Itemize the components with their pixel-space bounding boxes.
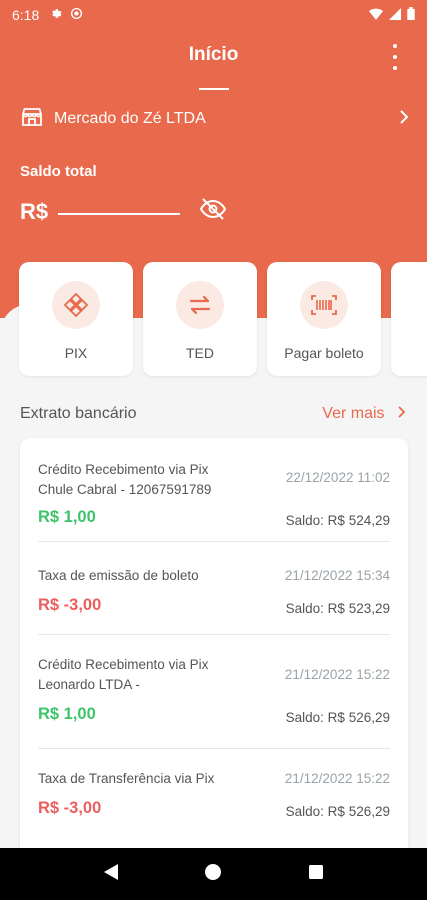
transaction-item[interactable]: Crédito Recebimento via Pix Leonardo LTD… [38,635,390,749]
transaction-amount: R$ -3,00 [38,596,102,614]
battery-icon [407,7,415,23]
status-time: 6:18 [12,7,40,23]
chevron-right-icon [398,108,410,131]
pix-action-button[interactable]: PIX [19,262,133,376]
transaction-item[interactable]: Crédito Recebimento via Pix Chule Cabral… [38,438,390,542]
top-bar: Início [0,38,427,90]
status-right [369,7,415,23]
store-name: Mercado do Zé LTDA [54,110,206,127]
transaction-date: 21/12/2022 15:22 [284,667,390,682]
balance-currency: R$ [20,198,49,224]
store-icon [20,105,44,134]
transfer-icon [176,281,224,329]
transaction-description: Crédito Recebimento via Pix Leonardo LTD… [38,657,209,692]
eye-off-icon[interactable] [200,198,227,225]
transaction-amount: R$ 1,00 [38,705,96,723]
transaction-date: 21/12/2022 15:22 [284,771,390,786]
settings-status-icon [49,7,62,23]
recents-icon[interactable] [308,864,324,885]
statement-title: Extrato bancário [20,405,137,422]
transaction-balance: Saldo: R$ 526,29 [285,710,390,725]
transaction-description: Taxa de Transferência via Pix [38,771,215,786]
page-title: Início [188,44,239,65]
title-underline [199,88,229,90]
transaction-date: 22/12/2022 11:02 [285,470,390,485]
pay-bill-label: Pagar boleto [284,345,364,361]
transaction-amount: R$ -3,00 [38,799,102,817]
barcode-icon [300,281,348,329]
status-bar: 6:18 [0,0,427,30]
transaction-balance: Saldo: R$ 523,29 [285,601,390,616]
transaction-balance: Saldo: R$ 524,29 [285,513,390,528]
wifi-icon [369,8,383,23]
store-selector[interactable]: Mercado do Zé LTDA [20,104,410,134]
statement-header: Extrato bancário Ver mais [20,405,407,423]
balance-hidden-value [58,212,181,215]
transaction-date: 21/12/2022 15:34 [284,568,390,583]
target-status-icon [70,7,83,23]
see-more-link[interactable]: Ver mais [322,405,407,423]
android-nav-bar [0,848,427,900]
transaction-description: Crédito Recebimento via Pix Chule Cabral… [38,462,212,497]
more-menu-icon[interactable] [385,44,405,70]
signal-icon [389,7,401,23]
transaction-item[interactable]: Taxa de emissão de boleto 21/12/2022 15:… [38,542,390,635]
balance-label: Saldo total [20,163,97,180]
pix-label: PIX [64,345,88,361]
transaction-balance: Saldo: R$ 526,29 [285,804,390,819]
transaction-item[interactable]: Taxa de Transferência via Pix 21/12/2022… [38,749,390,853]
transaction-description: Taxa de emissão de boleto [38,568,199,583]
ted-action-button[interactable]: TED [143,262,257,376]
more-action-button[interactable] [391,262,427,376]
ted-label: TED [186,345,214,361]
quick-actions: PIX TED Pagar boleto [19,262,427,376]
back-icon[interactable] [103,863,119,886]
statement-card: Crédito Recebimento via Pix Chule Cabral… [20,438,408,858]
pay-bill-action-button[interactable]: Pagar boleto [267,262,381,376]
transaction-amount: R$ 1,00 [38,508,96,526]
balance-row: R$ [20,198,227,225]
pix-icon [52,281,100,329]
see-more-label: Ver mais [322,405,385,422]
home-icon[interactable] [204,863,222,886]
